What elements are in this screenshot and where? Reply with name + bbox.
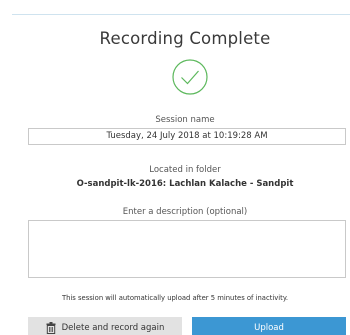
upload-button-label: Upload: [254, 323, 284, 333]
folder-name: O-sandpit-lk-2016: Lachlan Kalache - San…: [76, 179, 294, 189]
description-input[interactable]: [28, 220, 346, 278]
checkmark-circle-icon: [171, 58, 209, 96]
auto-upload-note: This session will automatically upload a…: [61, 294, 289, 302]
delete-and-record-again-button[interactable]: Delete and record again: [28, 317, 182, 335]
folder-label: Located in folder: [149, 165, 221, 175]
description-label: Enter a description (optional): [122, 207, 248, 217]
session-name-field[interactable]: Tuesday, 24 July 2018 at 10:19:28 AM: [28, 128, 346, 145]
trash-icon: [46, 322, 56, 334]
upload-button[interactable]: Upload: [192, 317, 346, 335]
session-name-label: Session name: [155, 115, 215, 125]
delete-button-label: Delete and record again: [61, 323, 165, 333]
dialog-title: Recording Complete: [99, 29, 271, 48]
header-divider: [12, 14, 350, 15]
